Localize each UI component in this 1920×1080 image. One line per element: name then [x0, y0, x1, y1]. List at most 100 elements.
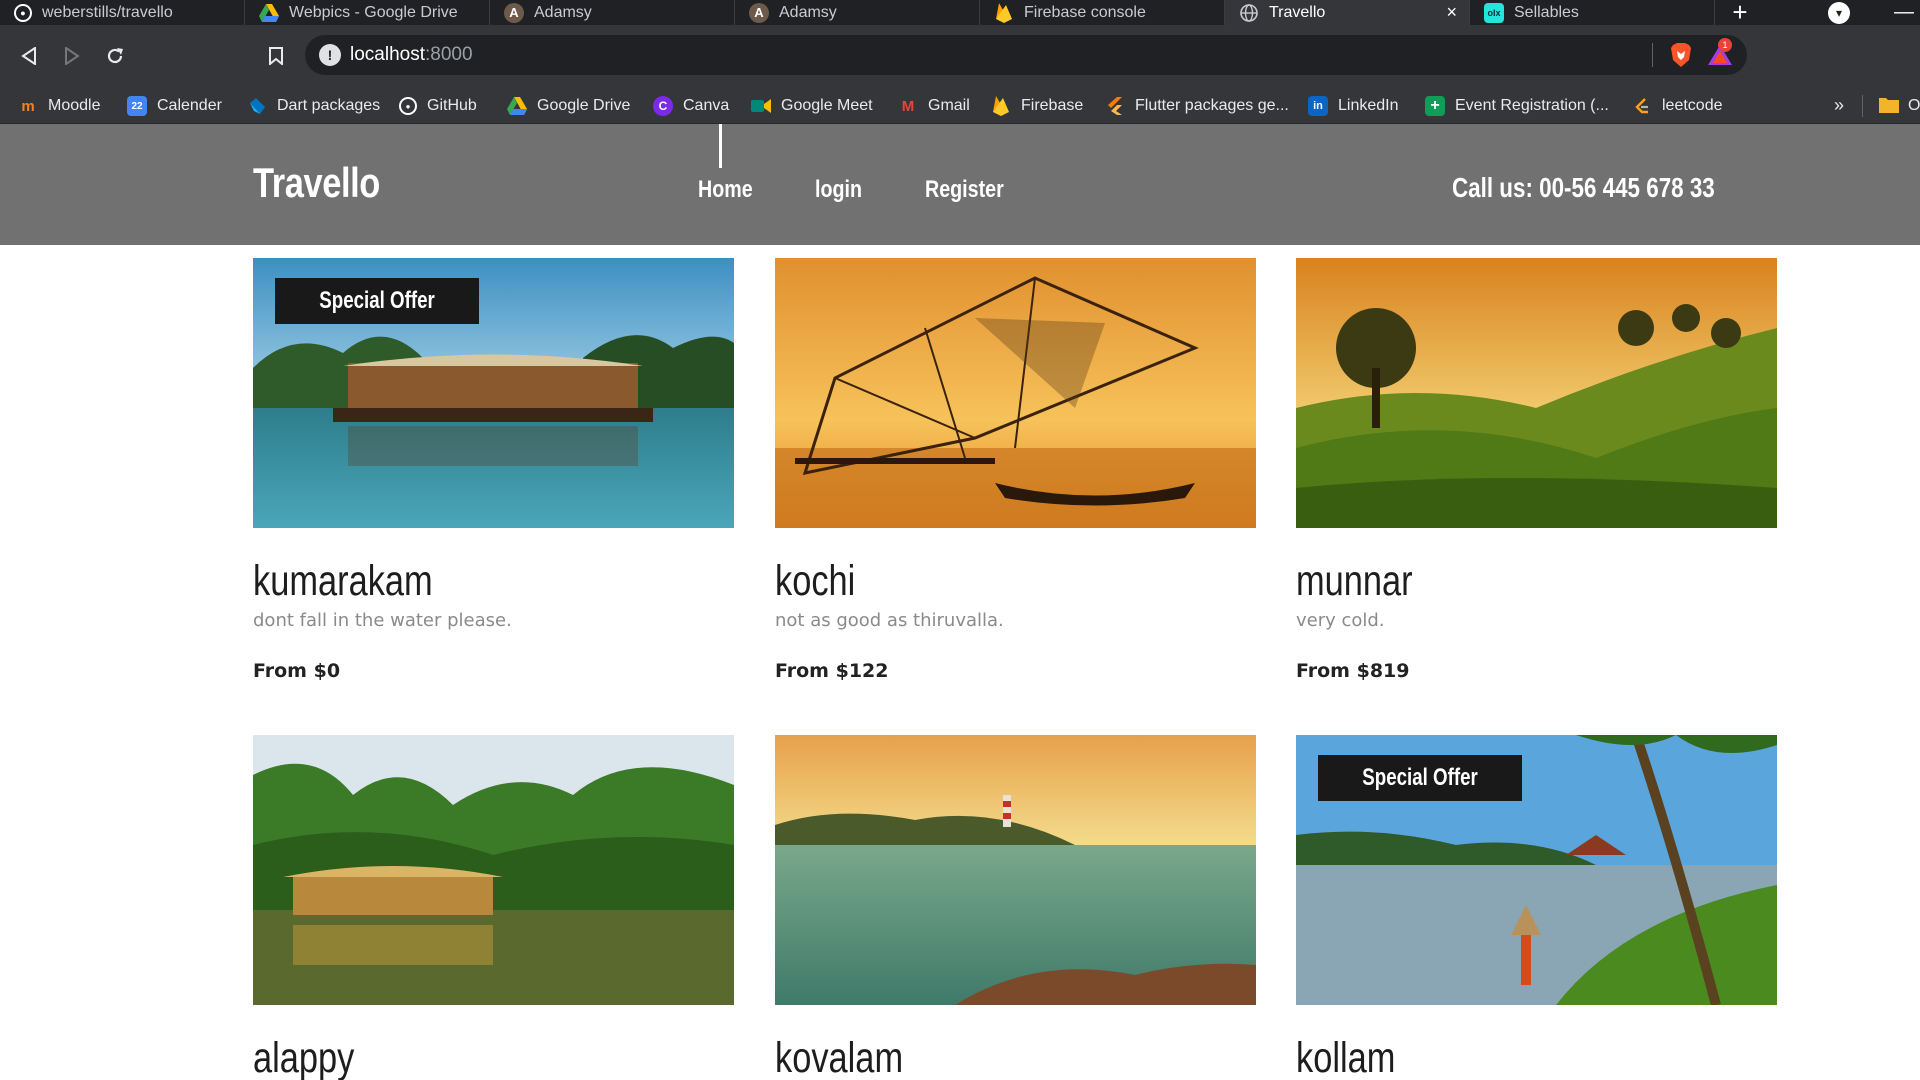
tab-title: Adamsy [534, 3, 592, 21]
destination-card[interactable]: kochi not as good as thiruvalla. From $1… [775, 258, 1256, 688]
bookmarks-divider [1862, 95, 1863, 117]
bookmark-gmail[interactable]: M Gmail [898, 94, 970, 118]
nav-login-link[interactable]: login [815, 176, 862, 204]
bookmark-calender[interactable]: 22 Calender [127, 94, 222, 118]
destination-image[interactable] [775, 258, 1256, 528]
bookmarks-bar: m Moodle 22 Calender Dart packages ● GitHub… [0, 87, 1920, 124]
bookmark-moodle[interactable]: m Moodle [18, 94, 100, 118]
tab-search-icon[interactable]: ▾ [1828, 2, 1850, 24]
bookmark-github[interactable]: ● GitHub [399, 94, 477, 118]
destination-card[interactable]: Special Offer kumarakam dont fall in the… [253, 258, 734, 688]
bookmark-leetcode[interactable]: leetcode [1632, 94, 1723, 118]
destination-description: dont fall in the water please. [253, 610, 512, 631]
bookmark-event-registration[interactable]: + Event Registration (... [1425, 94, 1609, 118]
bookmark-label: Firebase [1021, 97, 1084, 114]
destination-title[interactable]: kochi [775, 556, 1160, 606]
new-tab-button[interactable]: + [1715, 0, 1765, 27]
site-info-icon[interactable]: ! [319, 44, 341, 66]
tab-title: weberstills/travello [42, 3, 173, 21]
calendar-icon: 22 [127, 96, 147, 116]
browser-tab-active[interactable]: Travello × [1225, 0, 1470, 25]
adamsy-icon: A [504, 2, 524, 23]
bookmark-firebase[interactable]: Firebase [991, 94, 1083, 118]
bookmark-dart-packages[interactable]: Dart packages [247, 94, 380, 118]
destination-title[interactable]: kovalam [775, 1033, 1160, 1080]
bookmark-linkedin[interactable]: in LinkedIn [1308, 94, 1399, 118]
brave-shields-icon[interactable] [1670, 42, 1692, 68]
url-port: :8000 [425, 44, 473, 65]
bookmark-icon[interactable] [262, 39, 290, 73]
bookmark-label: Calender [157, 97, 222, 114]
bookmark-label: GitHub [427, 97, 477, 114]
url-text[interactable]: localhost:8000 [350, 44, 473, 66]
github-icon: ● [399, 97, 417, 115]
bookmark-label: Google Drive [537, 97, 631, 114]
destination-price: From $0 [253, 660, 341, 682]
destination-image[interactable] [775, 735, 1256, 1005]
bookmark-other[interactable]: O [1908, 94, 1920, 118]
site-header: Travello Home login Register Call us: 00… [0, 124, 1920, 245]
browser-tab[interactable]: Firebase console [980, 0, 1225, 25]
globe-icon [1239, 3, 1259, 23]
browser-toolbar: ! localhost:8000 1 [0, 25, 1920, 87]
destination-image[interactable] [1296, 258, 1777, 528]
browser-tab[interactable]: A Adamsy [735, 0, 980, 25]
destination-title[interactable]: munnar [1296, 556, 1681, 606]
bookmark-flutter-packages[interactable]: Flutter packages ge... [1105, 94, 1289, 118]
destination-image[interactable]: Special Offer [1296, 735, 1777, 1005]
destination-card[interactable]: Special Offer kollam [1296, 735, 1777, 1080]
bookmark-google-meet[interactable]: Google Meet [751, 94, 873, 118]
nav-home-link[interactable]: Home [698, 176, 753, 204]
bookmark-label: Moodle [48, 97, 101, 114]
destination-title[interactable]: alappy [253, 1033, 638, 1080]
forward-icon[interactable] [55, 39, 89, 73]
bookmark-label: leetcode [1662, 97, 1723, 114]
google-drive-icon [507, 96, 527, 116]
destination-image[interactable]: Special Offer [253, 258, 734, 528]
olx-icon: olx [1484, 2, 1504, 23]
destination-card[interactable]: munnar very cold. From $819 [1296, 258, 1777, 688]
destination-description: not as good as thiruvalla. [775, 610, 1004, 631]
destination-title[interactable]: kumarakam [253, 556, 638, 606]
call-us-text: Call us: 00-56 445 678 33 [1452, 172, 1715, 203]
url-host: localhost [350, 44, 425, 65]
bookmark-google-drive[interactable]: Google Drive [507, 94, 630, 118]
google-drive-icon [259, 3, 279, 23]
minimize-icon[interactable]: — [1892, 0, 1916, 25]
canva-icon: C [653, 96, 673, 116]
omnibox-divider [1652, 43, 1653, 67]
browser-tab[interactable]: ● weberstills/travello [0, 0, 245, 25]
github-icon: ● [14, 3, 32, 22]
address-bar[interactable]: ! localhost:8000 1 [305, 35, 1747, 75]
tab-title: Webpics - Google Drive [289, 3, 458, 21]
special-offer-badge: Special Offer [1318, 755, 1523, 801]
bookmark-canva[interactable]: C Canva [653, 94, 729, 118]
folder-icon[interactable] [1878, 96, 1900, 114]
google-meet-icon [751, 96, 771, 116]
close-icon[interactable]: × [1446, 2, 1457, 23]
linkedin-icon: in [1308, 96, 1328, 116]
destination-card[interactable]: kovalam [775, 735, 1256, 1080]
firebase-icon [994, 2, 1014, 23]
destination-price: From $819 [1296, 660, 1410, 682]
site-logo[interactable]: Travello [253, 159, 380, 207]
browser-tab-strip: ● weberstills/travello Webpics - Google … [0, 0, 1920, 27]
bookmark-label: LinkedIn [1338, 97, 1399, 114]
browser-tab[interactable]: olx Sellables [1470, 0, 1715, 25]
destination-price: From $122 [775, 660, 889, 682]
bookmarks-overflow-button[interactable]: » [1834, 95, 1844, 116]
firebase-icon [991, 96, 1011, 116]
dart-icon [247, 96, 267, 116]
bookmark-label: Canva [683, 97, 730, 114]
reload-icon[interactable] [98, 39, 132, 73]
browser-tab[interactable]: A Adamsy [490, 0, 735, 25]
tab-title: Travello [1269, 3, 1326, 21]
nav-register-link[interactable]: Register [925, 176, 1004, 204]
bookmark-label: O [1908, 97, 1920, 114]
browser-tab[interactable]: Webpics - Google Drive [245, 0, 490, 25]
back-icon[interactable] [12, 39, 46, 73]
destination-title[interactable]: kollam [1296, 1033, 1681, 1080]
destination-card[interactable]: alappy [253, 735, 734, 1080]
destination-image[interactable] [253, 735, 734, 1005]
moodle-icon: m [21, 97, 35, 115]
